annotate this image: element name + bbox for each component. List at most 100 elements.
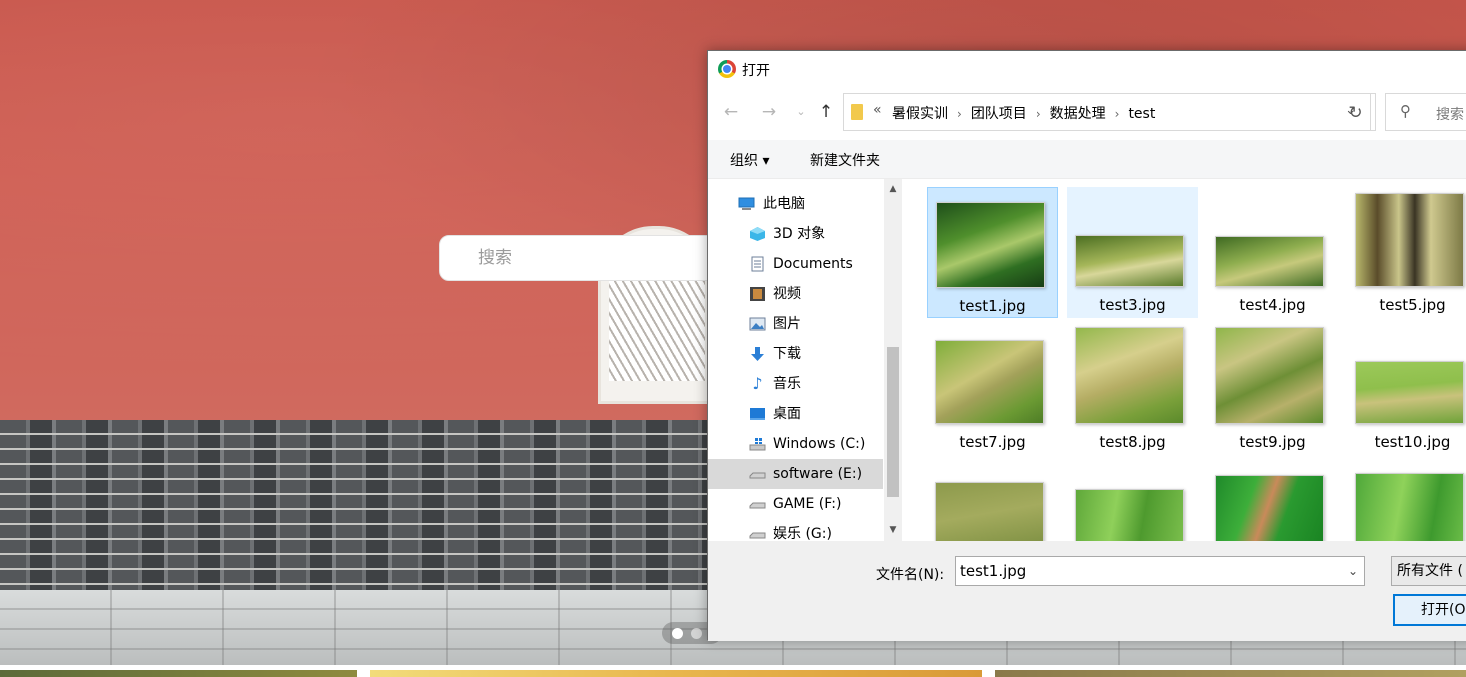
new-folder-button[interactable]: 新建文件夹 bbox=[810, 150, 880, 170]
back-arrow-icon[interactable]: ← bbox=[720, 101, 742, 123]
thumbnail bbox=[1215, 475, 1324, 541]
computer-icon bbox=[738, 196, 755, 212]
drive-windows-icon bbox=[749, 436, 766, 452]
nav-item-downloads[interactable]: 下载 bbox=[708, 339, 883, 369]
up-arrow-icon[interactable]: ↑ bbox=[815, 101, 837, 123]
breadcrumb: 暑假实训 › 团队项目 › 数据处理 › test bbox=[892, 103, 1155, 123]
nav-item-drive-e[interactable]: software (E:) bbox=[708, 459, 883, 489]
file-item[interactable]: test3.jpg bbox=[1067, 187, 1198, 318]
nav-item-label: 此电脑 bbox=[763, 196, 805, 212]
file-item[interactable]: test4.jpg bbox=[1207, 187, 1338, 318]
file-item[interactable]: test10.jpg bbox=[1347, 324, 1466, 455]
forward-arrow-icon[interactable]: → bbox=[758, 101, 780, 123]
nav-item-music[interactable]: ♪ 音乐 bbox=[708, 369, 883, 399]
navigation-row: ← → ⌄ ↑ « 暑假实训 › 团队项目 › 数据处理 › test ⌄ ↻ ⚲ 搜索 bbox=[708, 91, 1466, 135]
file-name: test10.jpg bbox=[1374, 433, 1451, 451]
image-icon bbox=[749, 316, 766, 332]
thumbnail-strip[interactable] bbox=[0, 670, 357, 677]
nav-item-pictures[interactable]: 图片 bbox=[708, 309, 883, 339]
thumbnail bbox=[1075, 235, 1184, 287]
nav-item-this-pc[interactable]: 此电脑 bbox=[708, 189, 883, 219]
refresh-button[interactable]: ↻ bbox=[1336, 93, 1376, 131]
command-toolbar: 组织 ▾ 新建文件夹 bbox=[708, 140, 1466, 179]
open-button[interactable]: 打开(O bbox=[1393, 594, 1466, 626]
chevron-right-icon[interactable]: › bbox=[1115, 107, 1120, 121]
dialog-title: 打开 bbox=[742, 63, 770, 79]
thumbnail bbox=[936, 202, 1045, 288]
search-placeholder: 搜索 bbox=[1436, 107, 1464, 123]
nav-item-label: 音乐 bbox=[773, 376, 801, 392]
nav-item-label: 图片 bbox=[773, 316, 801, 332]
breadcrumb-item[interactable]: 团队项目 bbox=[971, 106, 1027, 122]
file-item[interactable] bbox=[1347, 461, 1466, 541]
organize-menu-button[interactable]: 组织 ▾ bbox=[730, 150, 769, 170]
file-item[interactable] bbox=[1067, 461, 1198, 541]
thumbnail bbox=[1215, 236, 1324, 287]
file-item[interactable]: test5.jpg bbox=[1347, 187, 1466, 318]
desktop-icon bbox=[749, 406, 766, 422]
download-arrow-icon bbox=[749, 346, 766, 362]
nav-item-label: Documents bbox=[773, 256, 853, 272]
chevron-right-icon[interactable]: › bbox=[957, 107, 962, 121]
thumbnail bbox=[935, 340, 1044, 424]
nav-item-documents[interactable]: Documents bbox=[708, 249, 883, 279]
nav-item-drive-c[interactable]: Windows (C:) bbox=[708, 429, 883, 459]
nav-item-drive-g[interactable]: 娱乐 (G:) bbox=[708, 519, 883, 541]
file-item[interactable]: test9.jpg bbox=[1207, 324, 1338, 455]
scroll-up-arrow-icon[interactable]: ▲ bbox=[884, 181, 902, 198]
folder-icon bbox=[851, 104, 863, 120]
film-icon bbox=[749, 286, 766, 302]
carousel-dot-active[interactable] bbox=[672, 628, 683, 639]
search-icon: ⚲ bbox=[1400, 102, 1411, 120]
filename-value: test1.jpg bbox=[960, 562, 1027, 580]
thumbnail-strip[interactable] bbox=[370, 670, 982, 677]
file-name: test3.jpg bbox=[1099, 296, 1166, 314]
file-item[interactable] bbox=[927, 461, 1058, 541]
document-icon bbox=[749, 256, 766, 272]
recent-locations-chevron-icon[interactable]: ⌄ bbox=[790, 101, 812, 123]
breadcrumb-item[interactable]: test bbox=[1128, 106, 1155, 122]
drive-icon bbox=[749, 496, 766, 512]
thumbnail bbox=[1355, 193, 1464, 287]
page-search-input[interactable]: 搜索 bbox=[439, 235, 739, 281]
breadcrumb-item[interactable]: 暑假实训 bbox=[892, 106, 948, 122]
file-item[interactable]: test8.jpg bbox=[1067, 324, 1198, 455]
nav-item-videos[interactable]: 视频 bbox=[708, 279, 883, 309]
file-item[interactable]: test7.jpg bbox=[927, 324, 1058, 455]
chrome-icon bbox=[718, 60, 736, 78]
breadcrumb-item[interactable]: 数据处理 bbox=[1050, 106, 1106, 122]
file-item[interactable]: test1.jpg bbox=[927, 187, 1058, 318]
filename-input[interactable]: test1.jpg ⌄ bbox=[955, 556, 1365, 586]
file-name: test4.jpg bbox=[1239, 296, 1306, 314]
drive-icon bbox=[749, 526, 766, 541]
scrollbar-thumb[interactable] bbox=[887, 347, 899, 497]
nav-item-label: 桌面 bbox=[773, 406, 801, 422]
nav-item-drive-f[interactable]: GAME (F:) bbox=[708, 489, 883, 519]
file-type-select[interactable]: 所有文件 ( bbox=[1391, 556, 1466, 586]
thumbnail-strip[interactable] bbox=[995, 670, 1466, 677]
cube-icon bbox=[749, 226, 766, 242]
chevron-down-icon[interactable]: ⌄ bbox=[1348, 557, 1358, 585]
nav-item-desktop[interactable]: 桌面 bbox=[708, 399, 883, 429]
search-field[interactable]: ⚲ 搜索 bbox=[1385, 93, 1466, 131]
thumbnail bbox=[1355, 361, 1464, 424]
file-open-dialog: 打开 ← → ⌄ ↑ « 暑假实训 › 团队项目 › 数据处理 › test ⌄ ↻ ⚲ 搜… bbox=[707, 50, 1466, 641]
chevron-right-icon[interactable]: › bbox=[1036, 107, 1041, 121]
file-item[interactable] bbox=[1207, 461, 1338, 541]
file-name: test8.jpg bbox=[1099, 433, 1166, 451]
breadcrumb-overflow[interactable]: « bbox=[873, 102, 882, 118]
nav-item-label: 视频 bbox=[773, 286, 801, 302]
music-note-icon: ♪ bbox=[752, 374, 763, 393]
navigation-pane: 此电脑 3D 对象 Documents 视频 图片 下载 ♪ 音乐 桌面 Win… bbox=[708, 179, 901, 541]
address-bar[interactable]: « 暑假实训 › 团队项目 › 数据处理 › test ⌄ bbox=[843, 93, 1371, 131]
dialog-titlebar[interactable]: 打开 bbox=[708, 51, 1466, 87]
file-name: test9.jpg bbox=[1239, 433, 1306, 451]
file-list: test1.jpg test3.jpg test4.jpg test5.jpg … bbox=[904, 179, 1466, 541]
drive-icon bbox=[749, 466, 766, 482]
nav-item-3d-objects[interactable]: 3D 对象 bbox=[708, 219, 883, 249]
nav-item-label: 娱乐 (G:) bbox=[773, 526, 832, 541]
thumbnail bbox=[1215, 327, 1324, 424]
carousel-dot[interactable] bbox=[691, 628, 702, 639]
nav-pane-scrollbar[interactable]: ▲ ▼ bbox=[884, 179, 902, 541]
scroll-down-arrow-icon[interactable]: ▼ bbox=[884, 522, 902, 539]
